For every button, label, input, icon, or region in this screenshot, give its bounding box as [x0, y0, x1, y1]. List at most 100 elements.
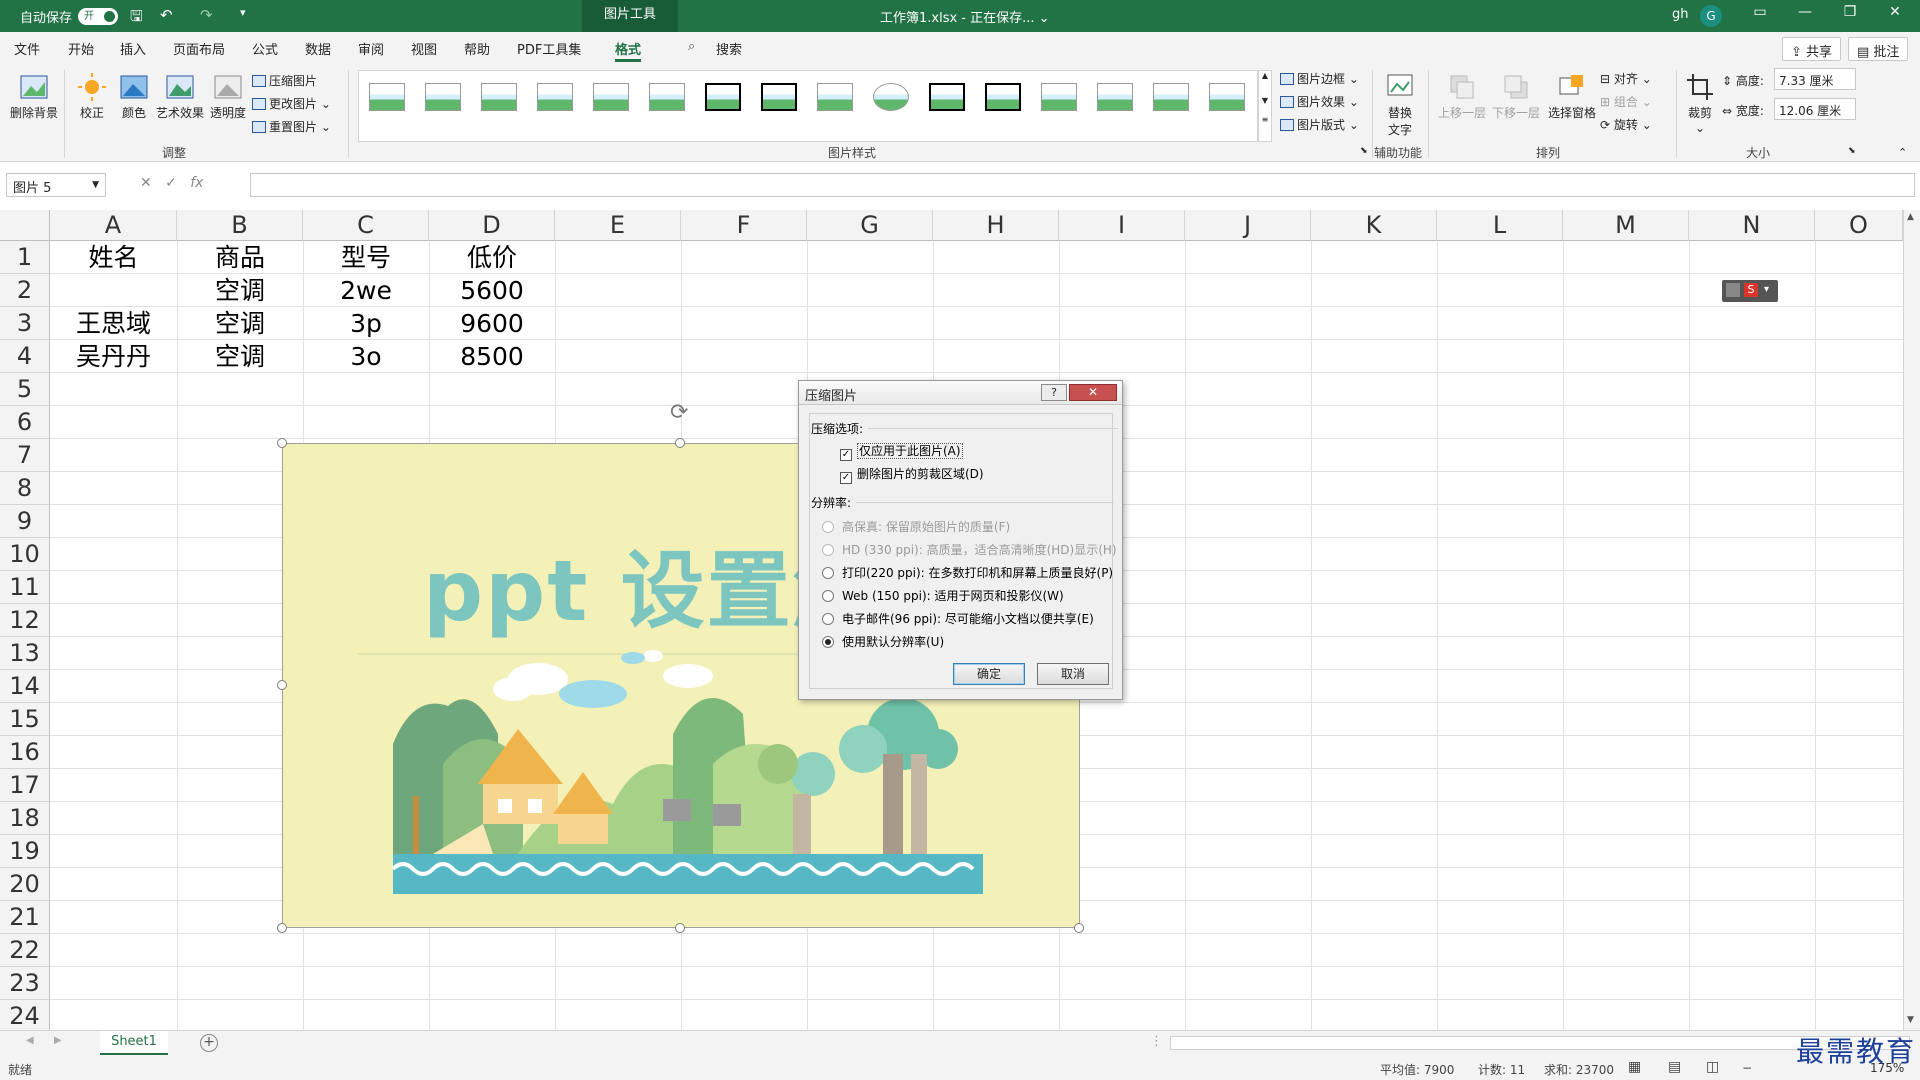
- row-header-7[interactable]: 7: [0, 439, 50, 472]
- dialog-title-bar[interactable]: 压缩图片 ? ✕: [799, 381, 1122, 405]
- chevron-down-icon[interactable]: ▼: [1907, 1015, 1914, 1025]
- cell-d2[interactable]: 5600: [429, 274, 555, 307]
- send-backward-button[interactable]: 下移一层: [1490, 72, 1542, 121]
- transparency-button[interactable]: 透明度: [210, 72, 246, 121]
- row-header-8[interactable]: 8: [0, 472, 50, 505]
- row-header-2[interactable]: 2: [0, 274, 50, 307]
- cancel-icon[interactable]: ✕: [140, 175, 152, 191]
- apply-only-checkbox[interactable]: ✓ 仅应用于此图片(A): [840, 442, 963, 461]
- rotate-handle-icon[interactable]: ⟳: [670, 400, 688, 425]
- row-header-16[interactable]: 16: [0, 736, 50, 769]
- tab-review[interactable]: 审阅: [358, 39, 384, 58]
- save-icon[interactable]: 🖫: [130, 6, 143, 31]
- cell-c3[interactable]: 3p: [303, 307, 429, 340]
- scroll-right-icon[interactable]: ▶: [54, 1035, 62, 1046]
- crop-button[interactable]: 裁剪 ⌄: [1682, 72, 1718, 135]
- column-header-o[interactable]: O: [1815, 210, 1903, 241]
- column-header-j[interactable]: J: [1185, 210, 1311, 241]
- picture-style-item[interactable]: [983, 81, 1023, 113]
- picture-style-item[interactable]: [479, 81, 519, 113]
- cell-d4[interactable]: 8500: [429, 340, 555, 373]
- column-header-a[interactable]: A: [50, 210, 177, 241]
- corrections-button[interactable]: 校正: [72, 72, 112, 121]
- radio-high-fidelity[interactable]: 高保真: 保留原始图片的质量(F): [822, 518, 1010, 535]
- cell-b1[interactable]: 商品: [177, 241, 303, 274]
- tab-formulas[interactable]: 公式: [252, 39, 278, 58]
- cell-b3[interactable]: 空调: [177, 307, 303, 340]
- share-button[interactable]: ⇪ 共享: [1782, 37, 1842, 61]
- tab-insert[interactable]: 插入: [120, 39, 146, 58]
- row-header-17[interactable]: 17: [0, 769, 50, 802]
- picture-style-item[interactable]: [703, 81, 743, 113]
- redo-icon[interactable]: ↷: [200, 6, 213, 24]
- undo-icon[interactable]: ↶: [160, 6, 173, 24]
- row-header-24[interactable]: 24: [0, 1000, 50, 1030]
- color-button[interactable]: 颜色: [114, 72, 154, 121]
- cell-b2[interactable]: 空调: [177, 274, 303, 307]
- floating-ime-toolbar[interactable]: S ▾: [1722, 280, 1778, 302]
- resize-handle[interactable]: [675, 438, 685, 448]
- cell-b4[interactable]: 空调: [177, 340, 303, 373]
- reset-picture-button[interactable]: 重置图片 ⌄: [252, 118, 331, 135]
- sheet-tab-sheet1[interactable]: Sheet1: [100, 1031, 168, 1055]
- column-header-m[interactable]: M: [1563, 210, 1689, 241]
- align-button[interactable]: ⊟ 对齐 ⌄: [1600, 70, 1652, 87]
- minimize-icon[interactable]: —: [1790, 4, 1820, 20]
- select-all-corner[interactable]: [0, 210, 50, 241]
- row-header-3[interactable]: 3: [0, 307, 50, 340]
- tab-view[interactable]: 视图: [411, 39, 437, 58]
- name-box[interactable]: 图片 5 ▼: [6, 173, 106, 197]
- column-header-n[interactable]: N: [1689, 210, 1815, 241]
- group-button[interactable]: ⊞ 组合 ⌄: [1600, 93, 1652, 110]
- row-header-10[interactable]: 10: [0, 538, 50, 571]
- width-input[interactable]: 12.06 厘米: [1774, 98, 1856, 120]
- column-header-i[interactable]: I: [1059, 210, 1185, 241]
- resize-handle[interactable]: [675, 923, 685, 933]
- help-button[interactable]: ?: [1041, 384, 1067, 401]
- gallery-scrollbar[interactable]: ▲ ▼ ≡: [1258, 70, 1272, 142]
- add-sheet-icon[interactable]: +: [200, 1034, 218, 1052]
- cancel-button[interactable]: 取消: [1037, 663, 1109, 685]
- height-input[interactable]: 7.33 厘米: [1774, 68, 1856, 90]
- rotate-button[interactable]: ⟳ 旋转 ⌄: [1600, 116, 1652, 133]
- column-header-l[interactable]: L: [1437, 210, 1563, 241]
- row-header-5[interactable]: 5: [0, 373, 50, 406]
- picture-style-item[interactable]: [367, 81, 407, 113]
- column-header-d[interactable]: D: [429, 210, 555, 241]
- cell-d3[interactable]: 9600: [429, 307, 555, 340]
- radio-default-resolution[interactable]: 使用默认分辨率(U): [822, 633, 944, 650]
- column-header-k[interactable]: K: [1311, 210, 1437, 241]
- picture-style-item[interactable]: [1151, 81, 1191, 113]
- cell-a4[interactable]: 吴丹丹: [50, 340, 177, 373]
- picture-style-item[interactable]: [927, 81, 967, 113]
- row-header-1[interactable]: 1: [0, 241, 50, 274]
- split-handle-icon[interactable]: ⋮: [1150, 1034, 1163, 1049]
- row-header-11[interactable]: 11: [0, 571, 50, 604]
- tab-data[interactable]: 数据: [305, 39, 331, 58]
- normal-view-icon[interactable]: ▦: [1628, 1059, 1641, 1075]
- resize-handle[interactable]: [1074, 923, 1084, 933]
- ribbon-display-icon[interactable]: ▭: [1745, 4, 1775, 20]
- picture-style-item[interactable]: [1095, 81, 1135, 113]
- cell-a3[interactable]: 王思域: [50, 307, 177, 340]
- row-header-15[interactable]: 15: [0, 703, 50, 736]
- radio-print[interactable]: 打印(220 ppi): 在多数打印机和屏幕上质量良好(P): [822, 564, 1113, 581]
- close-window-icon[interactable]: ✕: [1880, 4, 1910, 20]
- vertical-scrollbar[interactable]: ▲ ▼: [1903, 210, 1920, 1030]
- size-dialog-launcher-icon[interactable]: ⬊: [1848, 146, 1856, 156]
- alt-text-button[interactable]: 替换文字: [1380, 72, 1420, 138]
- picture-style-item[interactable]: [591, 81, 631, 113]
- avatar[interactable]: G: [1700, 5, 1722, 27]
- remove-background-button[interactable]: 删除背景: [8, 72, 60, 121]
- customize-qat-icon[interactable]: ▾: [240, 6, 246, 19]
- row-header-9[interactable]: 9: [0, 505, 50, 538]
- resize-handle[interactable]: [277, 680, 287, 690]
- row-header-20[interactable]: 20: [0, 868, 50, 901]
- radio-web[interactable]: Web (150 ppi): 适用于网页和投影仪(W): [822, 587, 1064, 604]
- column-header-b[interactable]: B: [177, 210, 303, 241]
- row-header-19[interactable]: 19: [0, 835, 50, 868]
- delete-cropped-checkbox[interactable]: ✓ 删除图片的剪裁区域(D): [840, 465, 984, 484]
- tab-page-layout[interactable]: 页面布局: [173, 39, 225, 58]
- document-title[interactable]: 工作簿1.xlsx - 正在保存... ⌄: [880, 7, 1050, 26]
- cell-d1[interactable]: 低价: [429, 241, 555, 274]
